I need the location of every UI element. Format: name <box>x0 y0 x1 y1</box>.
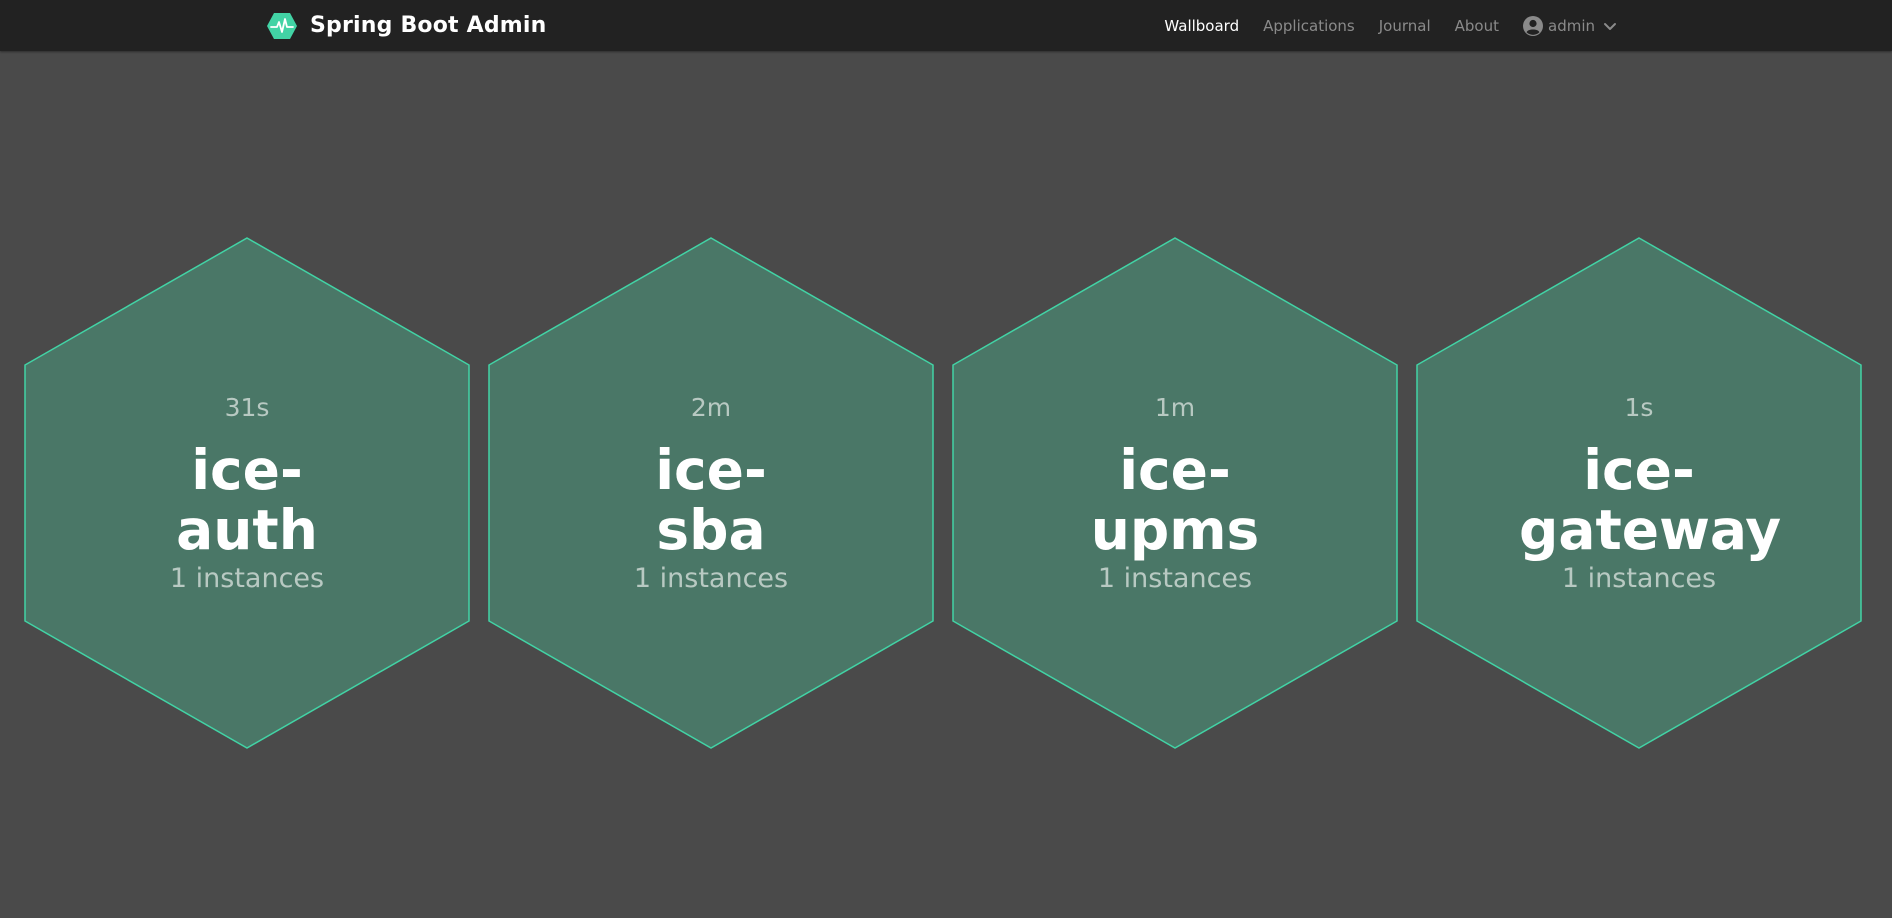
chevron-down-icon <box>1604 22 1616 30</box>
user-name: admin <box>1548 16 1595 35</box>
nav-item-applications[interactable]: Applications <box>1263 17 1355 35</box>
brand-title: Spring Boot Admin <box>310 13 547 38</box>
hexagon-content: 2m ice- sba 1 instances <box>488 237 934 749</box>
application-name-line2: upms <box>1090 498 1260 562</box>
user-menu[interactable]: admin <box>1523 15 1617 36</box>
nav-item-journal[interactable]: Journal <box>1379 17 1431 35</box>
nav-menu: Wallboard Applications Journal About adm… <box>1140 0 1617 51</box>
application-name-line1: ice- <box>655 437 767 502</box>
application-uptime: 2m <box>690 392 732 422</box>
application-name: ice- auth <box>127 437 367 562</box>
application-name-line2: sba <box>656 498 766 562</box>
application-uptime: 1s <box>1624 392 1654 422</box>
application-hexagon-ice-upms[interactable]: 1m ice- upms 1 instances <box>952 237 1398 749</box>
application-name-line1: ice- <box>1583 437 1695 502</box>
application-instances: 1 instances <box>1097 562 1253 594</box>
application-instances: 1 instances <box>633 562 789 594</box>
application-name: ice- gateway <box>1519 437 1782 562</box>
application-name-line1: ice- <box>191 437 303 502</box>
application-hexagon-ice-sba[interactable]: 2m ice- sba 1 instances <box>488 237 934 749</box>
wallboard: 31s ice- auth 1 instances 2m ice- sba 1 … <box>0 51 1892 918</box>
application-name-line1: ice- <box>1119 437 1231 502</box>
nav-item-wallboard[interactable]: Wallboard <box>1164 17 1239 35</box>
application-name-line2: auth <box>176 498 318 562</box>
application-name: ice- upms <box>1055 437 1295 562</box>
hexagon-content: 1s ice- gateway 1 instances <box>1416 237 1862 749</box>
application-name: ice- sba <box>591 437 831 562</box>
user-circle-icon <box>1523 15 1543 36</box>
application-instances: 1 instances <box>1561 562 1717 594</box>
application-uptime: 31s <box>224 392 270 422</box>
nav-item-about[interactable]: About <box>1455 17 1499 35</box>
application-name-line2: gateway <box>1519 498 1782 562</box>
application-instances: 1 instances <box>169 562 325 594</box>
hexagon-content: 1m ice- upms 1 instances <box>952 237 1398 749</box>
navbar: Spring Boot Admin Wallboard Applications… <box>0 0 1892 51</box>
application-uptime: 1m <box>1154 392 1196 422</box>
brand-link[interactable]: Spring Boot Admin <box>266 0 547 51</box>
application-hexagon-ice-gateway[interactable]: 1s ice- gateway 1 instances <box>1416 237 1862 749</box>
hexagon-content: 31s ice- auth 1 instances <box>24 237 470 749</box>
heartbeat-logo-icon <box>267 12 297 39</box>
application-hexagon-ice-auth[interactable]: 31s ice- auth 1 instances <box>24 237 470 749</box>
